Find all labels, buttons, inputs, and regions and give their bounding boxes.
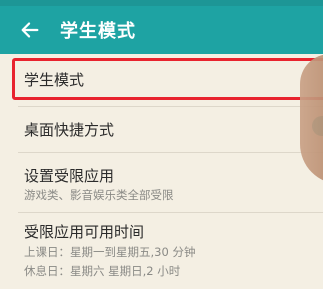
available-time-label: 受限应用可用时间 <box>24 223 145 241</box>
arrow-left-icon <box>21 22 39 38</box>
desktop-shortcut-row[interactable]: 桌面快捷方式 <box>0 107 323 151</box>
desktop-shortcut-label: 桌面快捷方式 <box>24 121 115 139</box>
student-mode-screen: 学生模式 学生模式 桌面快捷方式 设置受限应用 游戏类、影音娱乐类全部受限 受限… <box>0 0 323 289</box>
restricted-apps-row[interactable]: 设置受限应用 游戏类、影音娱乐类全部受限 <box>0 153 323 209</box>
available-time-row[interactable]: 受限应用可用时间 上课日：星期一到星期五,30 分钟 休息日：星期六 星期日,2… <box>0 213 323 289</box>
restricted-apps-subtitle: 游戏类、影音娱乐类全部受限 <box>24 188 174 202</box>
rest-day-limit: 休息日：星期六 星期日,2 小时 <box>24 264 181 278</box>
page-title: 学生模式 <box>60 21 136 42</box>
app-bar: 学生模式 <box>0 6 323 54</box>
highlight-annotation-box <box>12 58 323 100</box>
school-day-limit: 上课日：星期一到星期五,30 分钟 <box>24 245 196 259</box>
back-button[interactable] <box>14 14 46 46</box>
restricted-apps-label: 设置受限应用 <box>24 167 115 185</box>
